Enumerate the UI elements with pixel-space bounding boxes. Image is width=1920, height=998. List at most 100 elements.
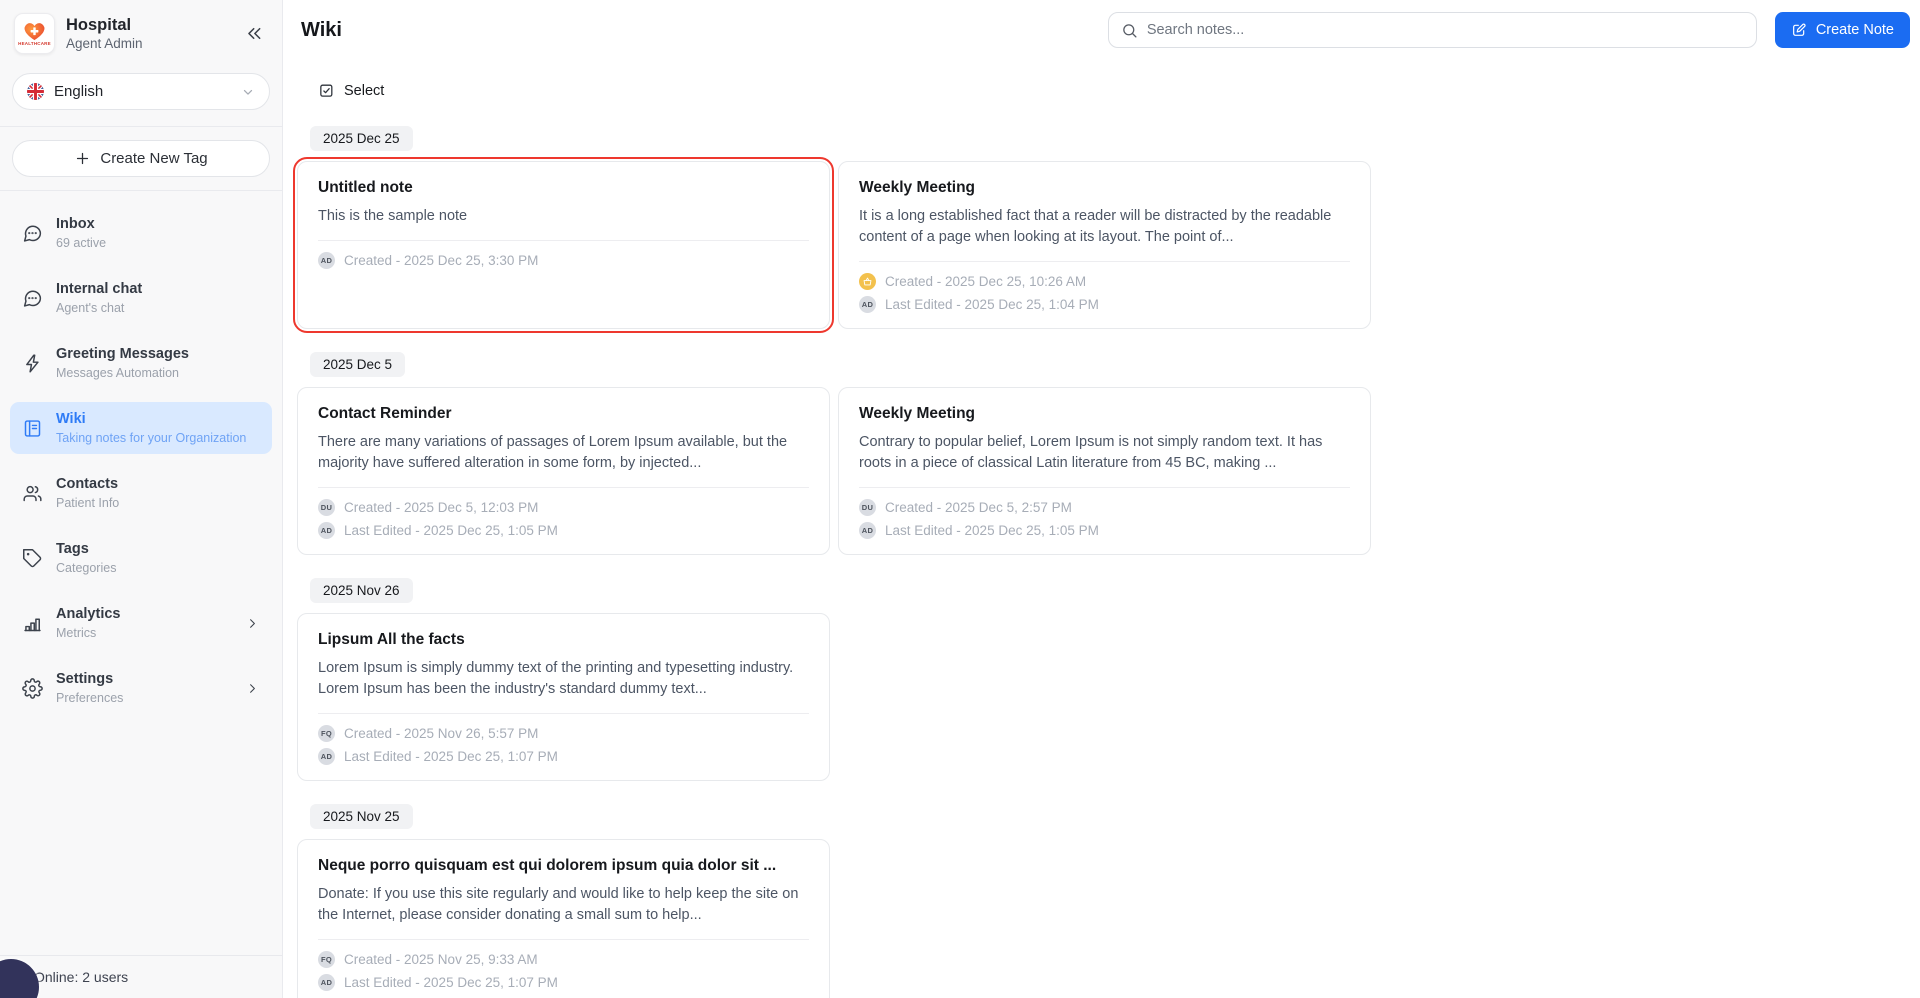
sidebar-item-sublabel: Preferences bbox=[56, 690, 123, 706]
note-excerpt: There are many variations of passages of… bbox=[318, 432, 809, 474]
notebook-icon bbox=[22, 418, 43, 439]
language-select[interactable]: English bbox=[12, 73, 270, 110]
note-card[interactable]: Lipsum All the facts Lorem Ipsum is simp… bbox=[297, 613, 830, 781]
create-note-button[interactable]: Create Note bbox=[1775, 12, 1910, 48]
sidebar-item-settings[interactable]: Settings Preferences bbox=[10, 662, 272, 714]
sidebar-item-sublabel: Taking notes for your Organization bbox=[56, 430, 246, 446]
note-meta: AD Created - 2025 Dec 25, 3:30 PM bbox=[318, 252, 809, 269]
note-excerpt: Lorem Ipsum is simply dummy text of the … bbox=[318, 658, 809, 700]
sidebar-item-label: Analytics bbox=[56, 605, 120, 624]
sidebar-item-contacts[interactable]: Contacts Patient Info bbox=[10, 467, 272, 519]
sidebar-item-sublabel: Metrics bbox=[56, 625, 120, 641]
date-chip: 2025 Nov 25 bbox=[310, 804, 413, 829]
avatar-ad: AD bbox=[318, 748, 335, 765]
sidebar-item-analytics[interactable]: Analytics Metrics bbox=[10, 597, 272, 649]
note-meta-text: Last Edited - 2025 Dec 25, 1:04 PM bbox=[885, 297, 1099, 312]
sidebar-nav: Inbox 69 active Internal chat Agent's ch… bbox=[0, 207, 282, 955]
avatar-ad: AD bbox=[318, 522, 335, 539]
heart-cross-icon bbox=[24, 22, 45, 41]
note-meta: FQ Created - 2025 Nov 26, 5:57 PM AD Las… bbox=[318, 725, 809, 765]
bar-chart-icon bbox=[22, 613, 43, 634]
note-meta: FQ Created - 2025 Nov 25, 9:33 AM AD Las… bbox=[318, 951, 809, 991]
create-new-tag-label: Create New Tag bbox=[100, 150, 207, 167]
create-note-label: Create Note bbox=[1816, 22, 1894, 38]
date-chip: 2025 Nov 26 bbox=[310, 578, 413, 603]
chat-bubble-icon bbox=[22, 288, 43, 309]
uk-flag-icon bbox=[27, 83, 44, 100]
notes-list: 2025 Dec 25 Untitled note This is the sa… bbox=[297, 126, 1920, 998]
search-input[interactable] bbox=[1147, 22, 1744, 38]
sidebar-item-label: Wiki bbox=[56, 410, 246, 429]
note-meta-text: Created - 2025 Dec 25, 10:26 AM bbox=[885, 274, 1086, 289]
plus-icon bbox=[74, 150, 91, 167]
corner-widget-button[interactable] bbox=[0, 959, 39, 998]
sidebar-item-sublabel: Messages Automation bbox=[56, 365, 189, 381]
avatar-fq: FQ bbox=[318, 725, 335, 742]
divider bbox=[859, 487, 1350, 488]
note-card[interactable]: Weekly Meeting Contrary to popular belie… bbox=[838, 387, 1371, 555]
note-meta-row: AD Last Edited - 2025 Dec 25, 1:05 PM bbox=[318, 522, 809, 539]
checkbox-icon bbox=[318, 82, 335, 99]
divider bbox=[318, 939, 809, 940]
create-new-tag-button[interactable]: Create New Tag bbox=[12, 140, 270, 177]
note-meta: DU Created - 2025 Dec 5, 12:03 PM AD Las… bbox=[318, 499, 809, 539]
basket-avatar-icon bbox=[859, 273, 876, 290]
language-selected-value: English bbox=[54, 83, 103, 100]
note-meta-text: Created - 2025 Nov 25, 9:33 AM bbox=[344, 952, 538, 967]
gear-icon bbox=[22, 678, 43, 699]
double-chevron-left-icon bbox=[245, 24, 264, 43]
note-meta-row: Created - 2025 Dec 25, 10:26 AM bbox=[859, 273, 1350, 290]
sidebar-item-greeting-messages[interactable]: Greeting Messages Messages Automation bbox=[10, 337, 272, 389]
note-title: Contact Reminder bbox=[318, 405, 809, 423]
sidebar-item-label: Settings bbox=[56, 670, 123, 689]
note-meta-text: Last Edited - 2025 Dec 25, 1:07 PM bbox=[344, 975, 558, 990]
brand-header: HEALTHCARE Hospital Agent Admin bbox=[0, 0, 282, 66]
note-meta-text: Created - 2025 Dec 25, 3:30 PM bbox=[344, 253, 538, 268]
chevron-right-icon bbox=[245, 681, 260, 696]
note-excerpt: Contrary to popular belief, Lorem Ipsum … bbox=[859, 432, 1350, 474]
app-window: HEALTHCARE Hospital Agent Admin bbox=[0, 0, 1920, 998]
note-title: Weekly Meeting bbox=[859, 179, 1350, 197]
note-meta-text: Created - 2025 Dec 5, 2:57 PM bbox=[885, 500, 1072, 515]
note-meta-row: FQ Created - 2025 Nov 26, 5:57 PM bbox=[318, 725, 809, 742]
bolt-icon bbox=[22, 353, 43, 374]
sidebar-item-sublabel: Patient Info bbox=[56, 495, 119, 511]
sidebar-item-tags[interactable]: Tags Categories bbox=[10, 532, 272, 584]
divider bbox=[318, 240, 809, 241]
collapse-sidebar-button[interactable] bbox=[242, 22, 266, 46]
main-panel: Wiki Create Note Select bbox=[283, 0, 1920, 998]
avatar-ad: AD bbox=[859, 296, 876, 313]
note-meta-row: AD Created - 2025 Dec 25, 3:30 PM bbox=[318, 252, 809, 269]
note-meta-text: Created - 2025 Dec 5, 12:03 PM bbox=[344, 500, 538, 515]
page-title: Wiki bbox=[301, 19, 342, 42]
search-box bbox=[1108, 12, 1757, 48]
avatar-ad: AD bbox=[318, 252, 335, 269]
note-title: Untitled note bbox=[318, 179, 809, 197]
cards-grid: Untitled note This is the sample note AD… bbox=[297, 161, 1920, 329]
page-header: Wiki Create Note bbox=[283, 0, 1920, 60]
sidebar-item-label: Tags bbox=[56, 540, 116, 559]
notes-content: Select 2025 Dec 25 Untitled note This is… bbox=[283, 60, 1920, 998]
note-meta-row: DU Created - 2025 Dec 5, 2:57 PM bbox=[859, 499, 1350, 516]
avatar-du: DU bbox=[318, 499, 335, 516]
notes-date-group: 2025 Nov 26 Lipsum All the facts Lorem I… bbox=[297, 578, 1920, 781]
avatar-fq: FQ bbox=[318, 951, 335, 968]
chevron-right-icon bbox=[245, 616, 260, 631]
brand-subtitle: Agent Admin bbox=[66, 36, 143, 51]
logo-caption: HEALTHCARE bbox=[18, 41, 51, 46]
sidebar: HEALTHCARE Hospital Agent Admin bbox=[0, 0, 283, 998]
note-card[interactable]: Contact Reminder There are many variatio… bbox=[297, 387, 830, 555]
sidebar-item-internal-chat[interactable]: Internal chat Agent's chat bbox=[10, 272, 272, 324]
note-card[interactable]: Untitled note This is the sample note AD… bbox=[297, 161, 830, 329]
sidebar-item-label: Greeting Messages bbox=[56, 345, 189, 364]
note-card[interactable]: Neque porro quisquam est qui dolorem ips… bbox=[297, 839, 830, 998]
note-meta-text: Last Edited - 2025 Dec 25, 1:05 PM bbox=[344, 523, 558, 538]
note-card[interactable]: Weekly Meeting It is a long established … bbox=[838, 161, 1371, 329]
sidebar-item-inbox[interactable]: Inbox 69 active bbox=[10, 207, 272, 259]
sidebar-item-wiki[interactable]: Wiki Taking notes for your Organization bbox=[10, 402, 272, 454]
online-status-text: Online: 2 users bbox=[34, 969, 128, 985]
cards-grid: Contact Reminder There are many variatio… bbox=[297, 387, 1920, 555]
hospital-logo: HEALTHCARE bbox=[14, 13, 55, 54]
select-toggle[interactable]: Select bbox=[318, 82, 384, 99]
divider bbox=[859, 261, 1350, 262]
